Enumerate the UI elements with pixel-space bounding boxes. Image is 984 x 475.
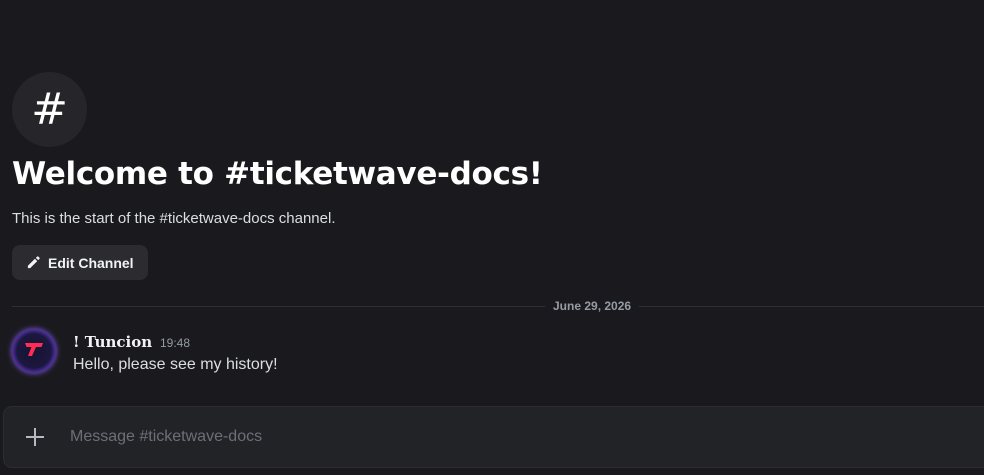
edit-channel-label: Edit Channel — [48, 254, 134, 271]
message-author[interactable]: ! Tuncion — [73, 333, 152, 351]
date-divider — [12, 306, 984, 307]
hash-icon: # — [31, 84, 68, 135]
message-input[interactable] — [70, 421, 950, 453]
ticketwave-logo-icon — [23, 340, 45, 362]
pencil-icon — [26, 255, 41, 270]
message-timestamp: 19:48 — [160, 336, 191, 350]
avatar[interactable] — [12, 329, 56, 373]
chat-area: # Welcome to #ticketwave-docs! This is t… — [0, 0, 984, 475]
message-composer — [3, 406, 984, 468]
message-item: ! Tuncion 19:48 Hello, please see my his… — [0, 322, 984, 384]
welcome-subtitle: This is the start of the #ticketwave-doc… — [12, 210, 336, 227]
message-text: Hello, please see my history! — [73, 356, 278, 373]
edit-channel-button[interactable]: Edit Channel — [12, 245, 148, 280]
channel-hash-icon: # — [12, 72, 87, 147]
welcome-title: Welcome to #ticketwave-docs! — [12, 156, 543, 192]
date-divider-label: June 29, 2026 — [545, 299, 640, 313]
attach-button[interactable] — [23, 425, 47, 449]
plus-icon — [23, 428, 47, 453]
